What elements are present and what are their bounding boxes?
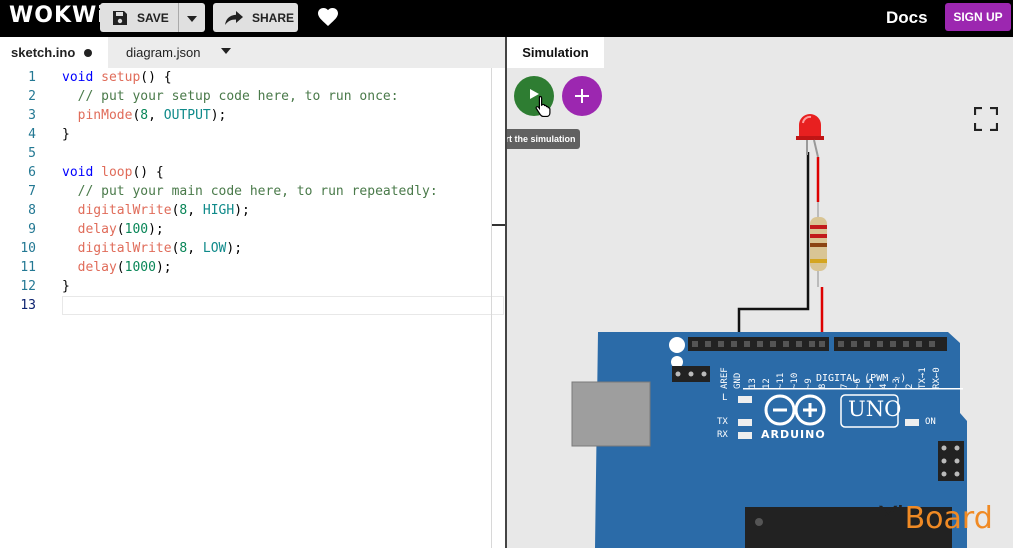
line-number: 6 [28,165,36,180]
editor-scrollbar[interactable] [491,68,492,548]
uno-label: UNO [848,397,902,421]
tab-sketch-ino[interactable]: sketch.ino [0,37,108,68]
code-line: 5 [0,144,505,163]
line-number: 8 [28,203,36,218]
code-line: 8 digitalWrite(8, HIGH); [0,201,505,220]
save-button[interactable]: SAVE [100,3,178,32]
code-line: 10 digitalWrite(8, LOW); [0,239,505,258]
gnd-wire [737,152,810,342]
code-text: delay(1000); [77,260,172,275]
line-number: 9 [28,222,36,237]
code-line: 13 [0,296,505,315]
start-simulation-tooltip: Start the simulation [507,129,580,149]
wokwi-logo[interactable]: WOKWi [9,3,106,28]
line-number: 3 [28,108,36,123]
tab-label: diagram.json [126,45,201,60]
led-rx-label: RX [717,430,728,440]
code-line: 3 pinMode(8, OUTPUT); [0,106,505,125]
code-text: pinMode(8, OUTPUT); [77,108,227,123]
code-line: 4 } [0,125,505,144]
top-bar: WOKWi SAVE SHARE Docs SIGN UP [0,0,1013,37]
sign-up-button[interactable]: SIGN UP [945,3,1011,31]
line-number: 5 [28,146,36,161]
code-line: 9 delay(100); [0,220,505,239]
tab-label: sketch.ino [11,45,76,60]
save-dropdown-button[interactable] [178,3,205,32]
code-text: // put your setup code here, to run once… [62,89,399,104]
pin-label: 4 [879,383,889,389]
code-text: // put your main code here, to run repea… [62,184,438,199]
tab-menu-caret-icon[interactable] [221,48,231,54]
line-number: 1 [28,70,36,85]
line-number: 10 [20,241,36,256]
pin-label: AREF [720,367,730,389]
code-line: 7 // put your main code here, to run rep… [0,182,505,201]
pin-label: 12 [762,378,772,389]
pin-label: GND [733,372,743,389]
share-arrow-icon [225,10,243,25]
code-line: 6 void loop() { [0,163,505,182]
share-label: SHARE [252,10,295,25]
docs-link[interactable]: Docs [886,8,928,28]
pin-label: ~9 [804,378,814,389]
pin-label: ~11 [776,372,786,389]
editor-tab-bar: sketch.ino diagram.json [0,37,505,68]
line-number: 13 [20,298,36,313]
line-number: 12 [20,279,36,294]
code-editor[interactable]: 1 void setup() { 2 // put your setup cod… [0,68,505,548]
pin-label: RX←0 [932,367,942,389]
pin-label: ~3 [892,378,902,389]
simulation-panel: Simulation DIGITAL (PWM ~) ARDUINO UNO L… [507,37,1013,548]
hand-cursor-icon [535,95,553,122]
code-text: void setup() { [62,70,172,85]
line-number: 7 [28,184,36,199]
led-l-label: L [722,393,728,403]
scrollbar-position-marker [492,224,505,226]
yiboard-watermark: YiBoard [879,501,993,536]
line-number: 2 [28,89,36,104]
code-text: digitalWrite(8, HIGH); [77,203,250,218]
led-on-label: ON [925,417,936,427]
save-label: SAVE [137,10,169,25]
plus-icon [575,82,589,110]
code-line: 12 } [0,277,505,296]
fullscreen-icon[interactable] [973,106,999,136]
add-part-button[interactable] [562,76,602,116]
code-text: } [62,279,70,294]
pin-label: TX→1 [918,367,928,389]
led-tx-label: TX [717,417,728,427]
resistor [810,202,827,287]
led-red [796,114,824,158]
code-line: 1 void setup() { [0,68,505,87]
pin-label: ~5 [866,378,876,389]
heart-icon[interactable] [318,8,338,31]
pin-label: 8 [818,383,828,389]
code-text: digitalWrite(8, LOW); [77,241,243,256]
code-line: 11 delay(1000); [0,258,505,277]
code-line: 2 // put your setup code here, to run on… [0,87,505,106]
arduino-label: ARDUINO [761,428,826,441]
pin-label: ~6 [853,378,863,389]
pin-label: ~10 [790,372,800,389]
pin-label: 13 [748,378,758,389]
code-text: } [62,127,70,142]
line-number: 4 [28,127,36,142]
code-text: delay(100); [77,222,164,237]
line-number: 11 [20,260,36,275]
code-text: void loop() { [62,165,164,180]
pin-label: 7 [840,383,850,389]
share-button[interactable]: SHARE [213,3,298,32]
chevron-down-icon [187,11,197,25]
floppy-disk-icon [112,10,128,26]
pin-label: 2 [905,383,915,389]
unsaved-dot-icon [84,48,93,57]
tab-diagram-json[interactable]: diagram.json [126,37,200,68]
